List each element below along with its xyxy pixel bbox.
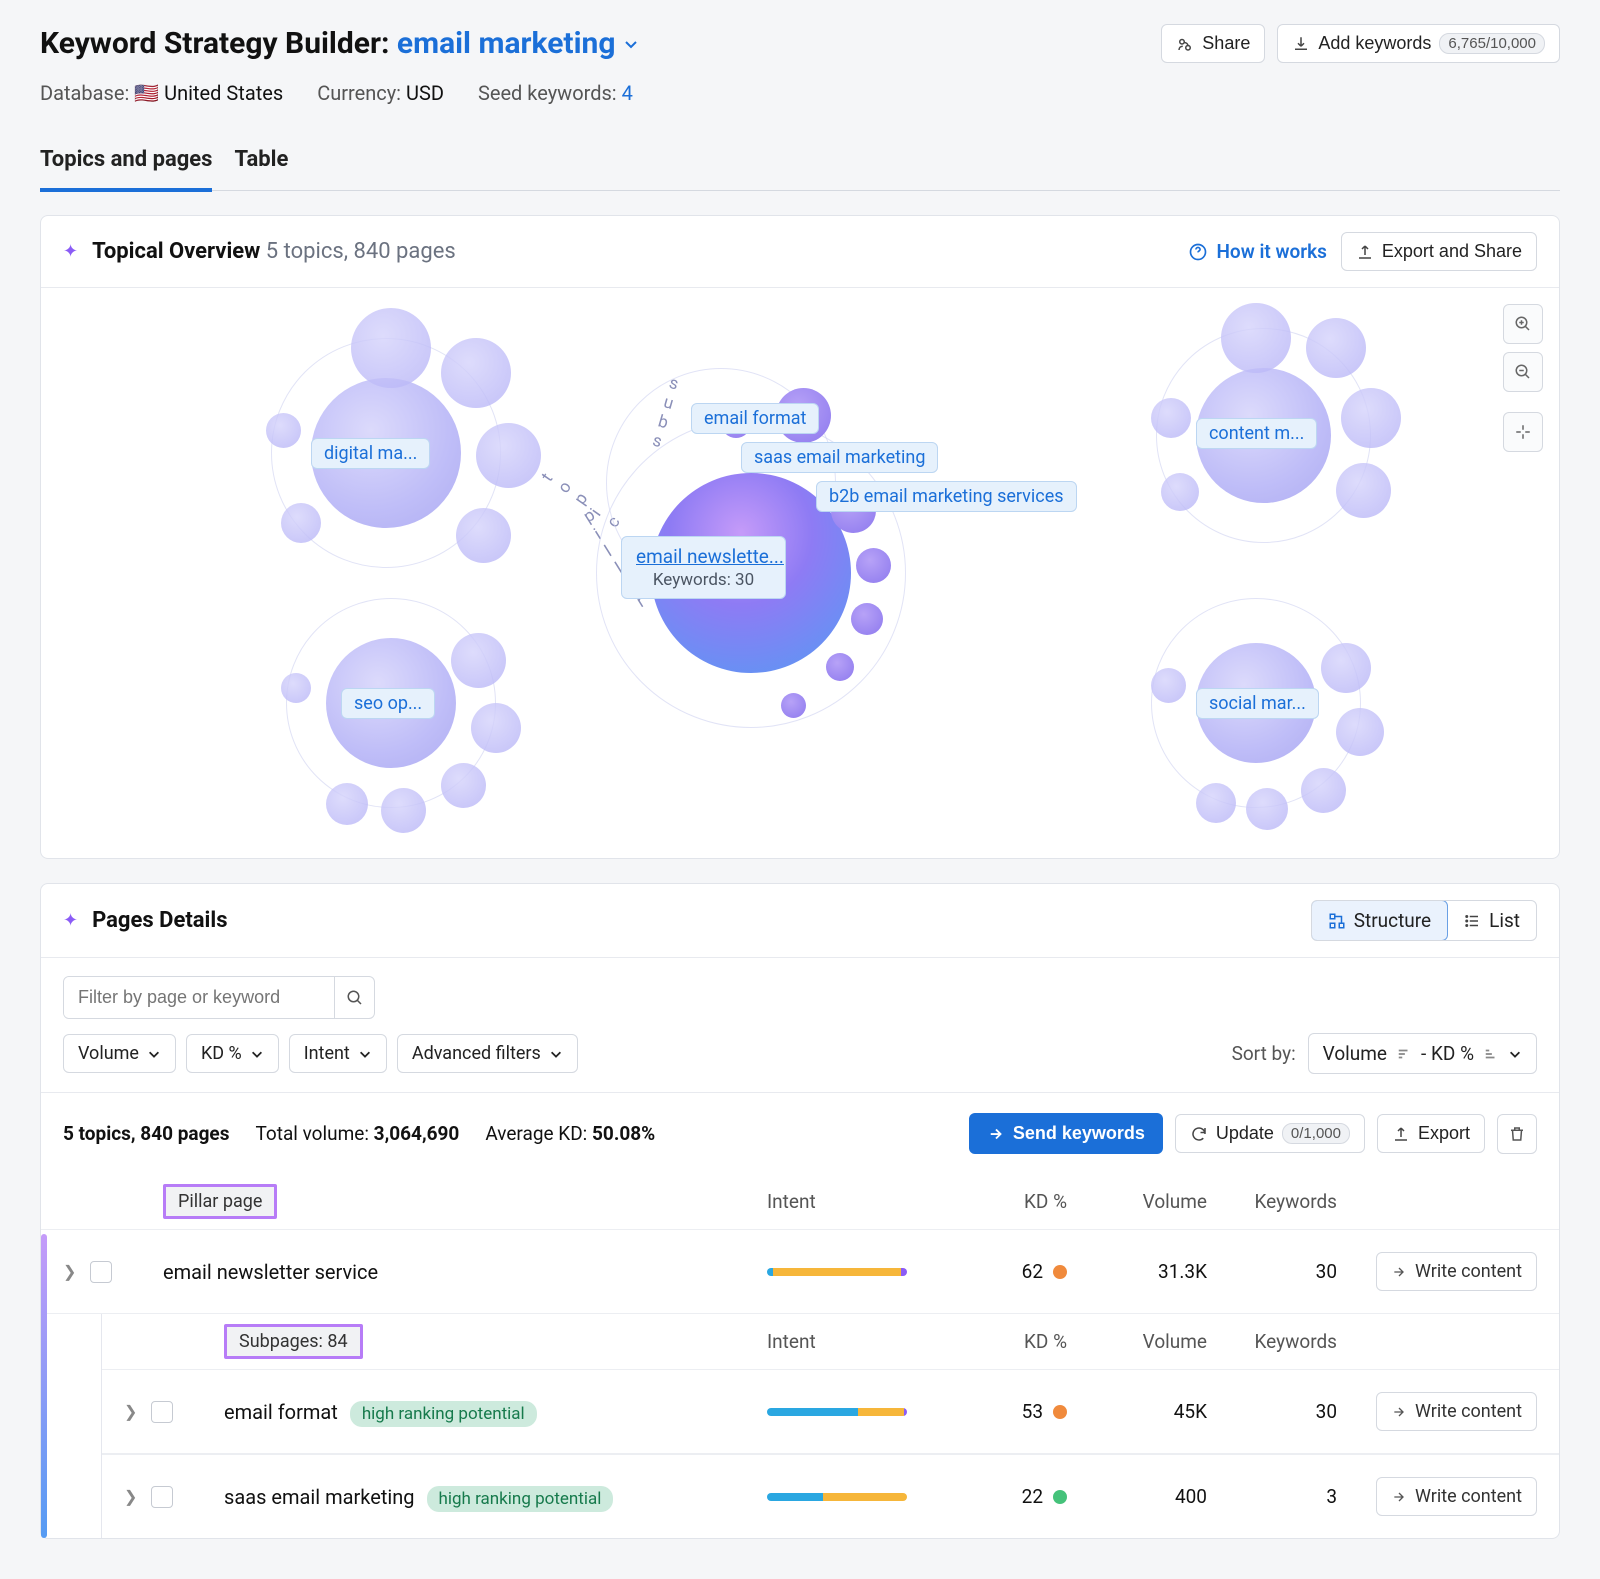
- write-content-button[interactable]: Write content: [1376, 1477, 1537, 1516]
- quota-badge: 6,765/10,000: [1439, 33, 1545, 54]
- row-checkbox[interactable]: [151, 1401, 173, 1423]
- sort-asc-icon: [1484, 1047, 1498, 1061]
- add-keywords-button[interactable]: Add keywords 6,765/10,000: [1277, 24, 1560, 63]
- col-volume: Volume: [1067, 1190, 1207, 1213]
- write-content-button[interactable]: Write content: [1376, 1252, 1537, 1291]
- intent-bar: [767, 1408, 907, 1416]
- table-row: ❯ email newsletter service 62 31.3K 30 W…: [41, 1229, 1559, 1314]
- expand-toggle[interactable]: ❯: [124, 1487, 137, 1506]
- cluster-content[interactable]: content m...: [1196, 418, 1317, 449]
- row-name[interactable]: email format: [224, 1400, 338, 1424]
- sort-select[interactable]: Volume - KD %: [1308, 1033, 1537, 1074]
- search-icon: [346, 989, 364, 1007]
- tab-table[interactable]: Table: [234, 135, 288, 190]
- row-name[interactable]: email newsletter service: [163, 1260, 767, 1284]
- sparkle-icon: ✦: [63, 910, 78, 931]
- overview-title: Topical Overview 5 topics, 840 pages: [92, 239, 456, 264]
- delete-button[interactable]: [1497, 1114, 1537, 1154]
- sparkle-icon: ✦: [63, 241, 78, 262]
- arrow-icon: [1391, 1264, 1407, 1280]
- upload-icon: [1356, 243, 1374, 261]
- pillar-page-label: Pillar page: [163, 1184, 277, 1219]
- update-badge: 0/1,000: [1282, 1123, 1350, 1144]
- col-keywords: Keywords: [1207, 1330, 1337, 1353]
- col-volume: Volume: [1067, 1330, 1207, 1353]
- zoom-out-button[interactable]: [1503, 352, 1543, 392]
- col-intent: Intent: [767, 1330, 947, 1353]
- arrow-icon: [1391, 1404, 1407, 1420]
- col-keywords: Keywords: [1207, 1190, 1337, 1213]
- seed-count-link[interactable]: 4: [622, 81, 633, 105]
- structure-icon: [1328, 912, 1346, 930]
- export-button[interactable]: Export: [1377, 1114, 1485, 1153]
- database-label: Database: 🇺🇸 United States: [40, 81, 283, 105]
- total-volume: Total volume: 3,064,690: [255, 1122, 459, 1145]
- zoom-in-button[interactable]: [1503, 304, 1543, 344]
- col-kd: KD %: [947, 1330, 1067, 1353]
- intent-bar: [767, 1268, 907, 1276]
- download-icon: [1292, 35, 1310, 53]
- arrow-icon: [987, 1125, 1005, 1143]
- table-row: ❯ email formathigh ranking potential 53 …: [102, 1369, 1559, 1454]
- view-list[interactable]: List: [1447, 901, 1536, 940]
- update-button[interactable]: Update 0/1,000: [1175, 1114, 1365, 1153]
- view-structure[interactable]: Structure: [1311, 900, 1448, 941]
- send-keywords-button[interactable]: Send keywords: [969, 1113, 1163, 1154]
- filter-kd[interactable]: KD %: [186, 1034, 279, 1073]
- table-row: ❯ saas email marketing high ranking poten…: [102, 1454, 1559, 1538]
- share-icon: [1176, 35, 1194, 53]
- write-content-button[interactable]: Write content: [1376, 1392, 1537, 1431]
- intent-bar: [767, 1493, 907, 1501]
- chevron-down-icon: [623, 36, 639, 52]
- row-checkbox[interactable]: [90, 1261, 112, 1283]
- row-checkbox[interactable]: [151, 1486, 173, 1508]
- pillar-tag[interactable]: email newslette... Keywords: 30: [621, 536, 786, 599]
- details-title: Pages Details: [92, 908, 227, 933]
- recenter-button[interactable]: [1503, 412, 1543, 452]
- cluster-seo[interactable]: seo op...: [341, 688, 435, 719]
- avg-kd: Average KD: 50.08%: [485, 1122, 655, 1145]
- summary-topics: 5 topics, 840 pages: [63, 1122, 229, 1145]
- filter-input[interactable]: [64, 977, 334, 1018]
- cluster-canvas[interactable]: digital ma... seo op...: [41, 288, 1559, 858]
- tab-topics[interactable]: Topics and pages: [40, 135, 212, 192]
- chevron-down-icon: [1508, 1047, 1522, 1061]
- trash-icon: [1508, 1125, 1526, 1143]
- export-share-button[interactable]: Export and Share: [1341, 232, 1537, 271]
- question-icon: [1188, 242, 1208, 262]
- cluster-digital[interactable]: digital ma...: [311, 438, 430, 469]
- expand-toggle[interactable]: ❯: [124, 1402, 137, 1421]
- col-kd: KD %: [947, 1190, 1067, 1213]
- filter-search[interactable]: [63, 976, 375, 1019]
- cluster-social[interactable]: social mar...: [1196, 688, 1319, 719]
- sort-desc-icon: [1397, 1047, 1411, 1061]
- arrow-icon: [1391, 1489, 1407, 1505]
- share-button[interactable]: Share: [1161, 24, 1265, 63]
- how-it-works-link[interactable]: How it works: [1188, 240, 1326, 263]
- filter-volume[interactable]: Volume: [63, 1034, 176, 1073]
- page-title: Keyword Strategy Builder:: [40, 26, 389, 61]
- seed-label: Seed keywords: 4: [478, 81, 633, 105]
- row-name[interactable]: saas email marketing: [224, 1485, 415, 1509]
- sub-b2b[interactable]: b2b email marketing services: [816, 481, 1077, 512]
- sub-saas[interactable]: saas email marketing: [741, 442, 938, 473]
- potential-badge: high ranking potential: [350, 1401, 537, 1427]
- search-button[interactable]: [334, 977, 374, 1018]
- sort-label: Sort by:: [1232, 1042, 1296, 1065]
- list-icon: [1463, 912, 1481, 930]
- subpages-label: Subpages: 84: [224, 1324, 363, 1359]
- upload-icon: [1392, 1125, 1410, 1143]
- col-intent: Intent: [767, 1190, 947, 1213]
- currency-label: Currency: USD: [317, 81, 444, 105]
- expand-toggle[interactable]: ❯: [63, 1262, 76, 1281]
- filter-advanced[interactable]: Advanced filters: [397, 1034, 578, 1073]
- sub-email-format[interactable]: email format: [691, 403, 819, 434]
- filter-intent[interactable]: Intent: [289, 1034, 387, 1073]
- potential-badge: high ranking potential: [427, 1486, 614, 1512]
- project-dropdown[interactable]: email marketing: [397, 26, 640, 61]
- refresh-icon: [1190, 1125, 1208, 1143]
